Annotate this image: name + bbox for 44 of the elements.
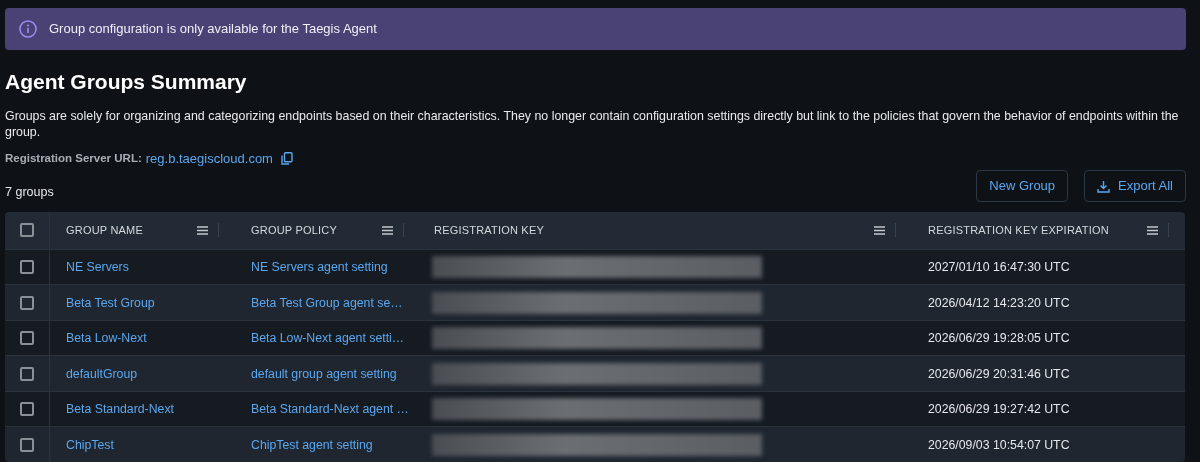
policy-link[interactable]: Beta Low-Next agent setti… [251, 331, 405, 345]
server-url-label: Registration Server URL: [5, 151, 142, 167]
group-name-link[interactable]: Beta Standard-Next [66, 402, 174, 416]
expiration-text: 2026/09/03 10:54:07 UTC [928, 437, 1070, 452]
expiration-text: 2026/04/12 14:23:20 UTC [928, 295, 1070, 310]
policy-link[interactable]: Beta Standard-Next agent … [251, 402, 409, 416]
export-button[interactable]: Export All [1084, 170, 1186, 202]
group-name-link[interactable]: ChipTest [66, 437, 114, 452]
download-icon [1097, 179, 1111, 193]
group-count: 7 groups [5, 184, 54, 202]
policy-link[interactable]: ChipTest agent setting [251, 437, 373, 452]
menu-icon[interactable] [382, 225, 393, 235]
expiration-text: 2026/06/29 19:28:05 UTC [928, 331, 1070, 345]
group-name-link[interactable]: NE Servers [66, 260, 129, 274]
row-checkbox[interactable] [20, 331, 34, 346]
column-header[interactable]: GROUP NAME [66, 222, 143, 239]
group-name-link[interactable]: Beta Test Group [66, 295, 155, 310]
column-header[interactable]: GROUP POLICY [251, 222, 337, 239]
menu-icon[interactable] [874, 225, 885, 235]
column-header[interactable]: REGISTRATION KEY [434, 222, 544, 239]
row-checkbox[interactable] [20, 295, 34, 310]
select-all-checkbox[interactable] [20, 223, 34, 238]
expiration-text: 2026/06/29 19:27:42 UTC [928, 402, 1070, 416]
new-group-button[interactable]: New Group [976, 170, 1069, 202]
policy-link[interactable]: default group agent setting [251, 366, 397, 381]
group-name-link[interactable]: defaultGroup [66, 366, 138, 381]
policy-link[interactable]: NE Servers agent setting [251, 260, 388, 274]
description-text: Groups are solely for organizing and categorizing endpoints based on their characteristics. They no longer contain configuration settings directly but link to the policies that govern the behavior of endpoints within the group. [5, 107, 1180, 141]
copy-icon[interactable] [280, 152, 293, 166]
row-checkbox[interactable] [20, 402, 34, 417]
row-checkbox[interactable] [20, 437, 34, 452]
policy-link[interactable]: Beta Test Group agent se… [251, 295, 403, 310]
row-checkbox[interactable] [20, 366, 34, 381]
row-checkbox[interactable] [20, 260, 34, 275]
expiration-text: 2027/01/10 16:47:30 UTC [928, 260, 1070, 274]
expiration-text: 2026/06/29 20:31:46 UTC [928, 366, 1070, 381]
group-name-link[interactable]: Beta Low-Next [66, 331, 147, 345]
page-title: Agent Groups Summary [5, 69, 248, 95]
banner-text: Group configuration is only available for the Taegis Agent [49, 20, 377, 39]
menu-icon[interactable] [197, 225, 208, 235]
server-url-link[interactable]: reg.b.taegiscloud.com [145, 148, 273, 169]
menu-icon[interactable] [1147, 225, 1158, 235]
info-icon [19, 20, 37, 38]
column-header[interactable]: REGISTRATION KEY EXPIRATION [928, 222, 1109, 239]
